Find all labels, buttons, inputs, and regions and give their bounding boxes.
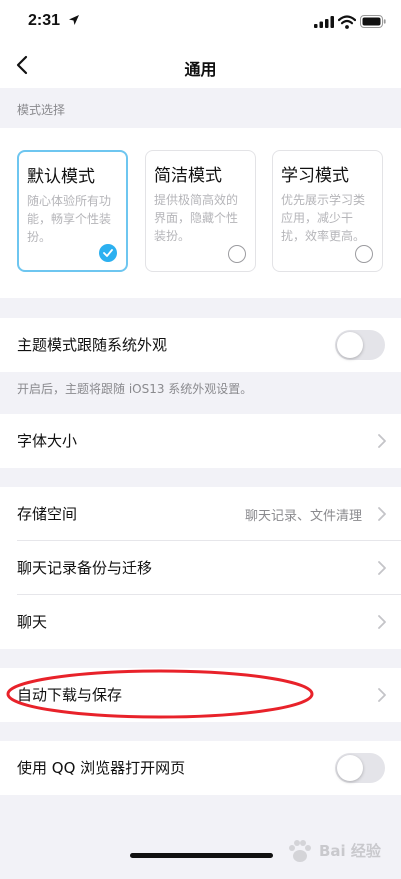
storage-value: 聊天记录、文件清理 <box>244 509 362 524</box>
auto-download-row[interactable]: 自动下载与保存 <box>0 668 401 722</box>
mode-selector: 默认模式 随心体验所有功能，畅享个性装扮。 简洁模式 提供极简高效的界面，隐藏个… <box>0 128 401 298</box>
checkmark-icon <box>103 249 113 257</box>
mode-card-simple[interactable]: 简洁模式 提供极简高效的界面，隐藏个性装扮。 <box>145 150 256 272</box>
watermark-text: Bai 经验 <box>319 842 381 860</box>
theme-follow-label: 主题模式跟随系统外观 <box>17 336 168 354</box>
chat-row[interactable]: 聊天 <box>0 595 401 649</box>
mode-radio[interactable] <box>228 245 246 263</box>
mode-card-study[interactable]: 学习模式 优先展示学习类应用，减少干扰，效率更高。 <box>272 150 383 272</box>
qq-browser-toggle[interactable] <box>335 753 385 783</box>
page-title: 通用 <box>184 60 217 79</box>
signal-icon <box>314 16 334 28</box>
qq-browser-label: 使用 QQ 浏览器打开网页 <box>17 759 186 777</box>
mode-card-desc: 随心体验所有功能，畅享个性装扮。 <box>27 194 112 244</box>
chat-backup-label: 聊天记录备份与迁移 <box>17 559 153 577</box>
font-size-row[interactable]: 字体大小 <box>0 414 401 468</box>
status-bar: 2:31 <box>0 0 401 44</box>
mode-card-title: 默认模式 <box>27 167 95 187</box>
auto-download-label: 自动下载与保存 <box>17 686 123 704</box>
mode-card-desc: 提供极简高效的界面，隐藏个性装扮。 <box>154 193 239 243</box>
mode-radio[interactable] <box>355 245 373 263</box>
toggle-knob <box>337 755 363 781</box>
mode-card-default[interactable]: 默认模式 随心体验所有功能，畅享个性装扮。 <box>17 150 128 272</box>
wifi-icon <box>338 15 356 29</box>
mode-section-label: 模式选择 <box>17 103 66 117</box>
theme-follow-hint: 开启后，主题将跟随 iOS13 系统外观设置。 <box>17 382 253 396</box>
battery-icon <box>360 15 386 28</box>
home-indicator <box>130 853 273 858</box>
chevron-right-icon <box>378 688 386 702</box>
theme-follow-toggle[interactable] <box>335 330 385 360</box>
chevron-right-icon <box>378 561 386 575</box>
storage-row[interactable]: 存储空间 聊天记录、文件清理 <box>0 487 401 541</box>
storage-label: 存储空间 <box>17 505 78 523</box>
theme-follow-row: 主题模式跟随系统外观 <box>0 318 401 372</box>
chevron-right-icon <box>378 615 386 629</box>
mode-card-desc: 优先展示学习类应用，减少干扰，效率更高。 <box>281 193 366 243</box>
chevron-right-icon <box>378 434 386 448</box>
status-time: 2:31 <box>28 12 61 29</box>
mode-card-title: 简洁模式 <box>154 166 222 186</box>
chat-backup-row[interactable]: 聊天记录备份与迁移 <box>0 541 401 595</box>
font-size-label: 字体大小 <box>17 432 78 450</box>
nav-bar: 通用 <box>0 44 401 88</box>
qq-browser-row: 使用 QQ 浏览器打开网页 <box>0 741 401 795</box>
mode-radio-checked[interactable] <box>99 244 117 262</box>
paw-logo-icon <box>289 840 311 862</box>
mode-card-title: 学习模式 <box>281 166 349 186</box>
toggle-knob <box>337 332 363 358</box>
location-arrow-icon <box>69 15 79 25</box>
chevron-right-icon <box>378 507 386 521</box>
chat-label: 聊天 <box>17 613 48 631</box>
watermark: Bai 经验 <box>285 834 395 872</box>
